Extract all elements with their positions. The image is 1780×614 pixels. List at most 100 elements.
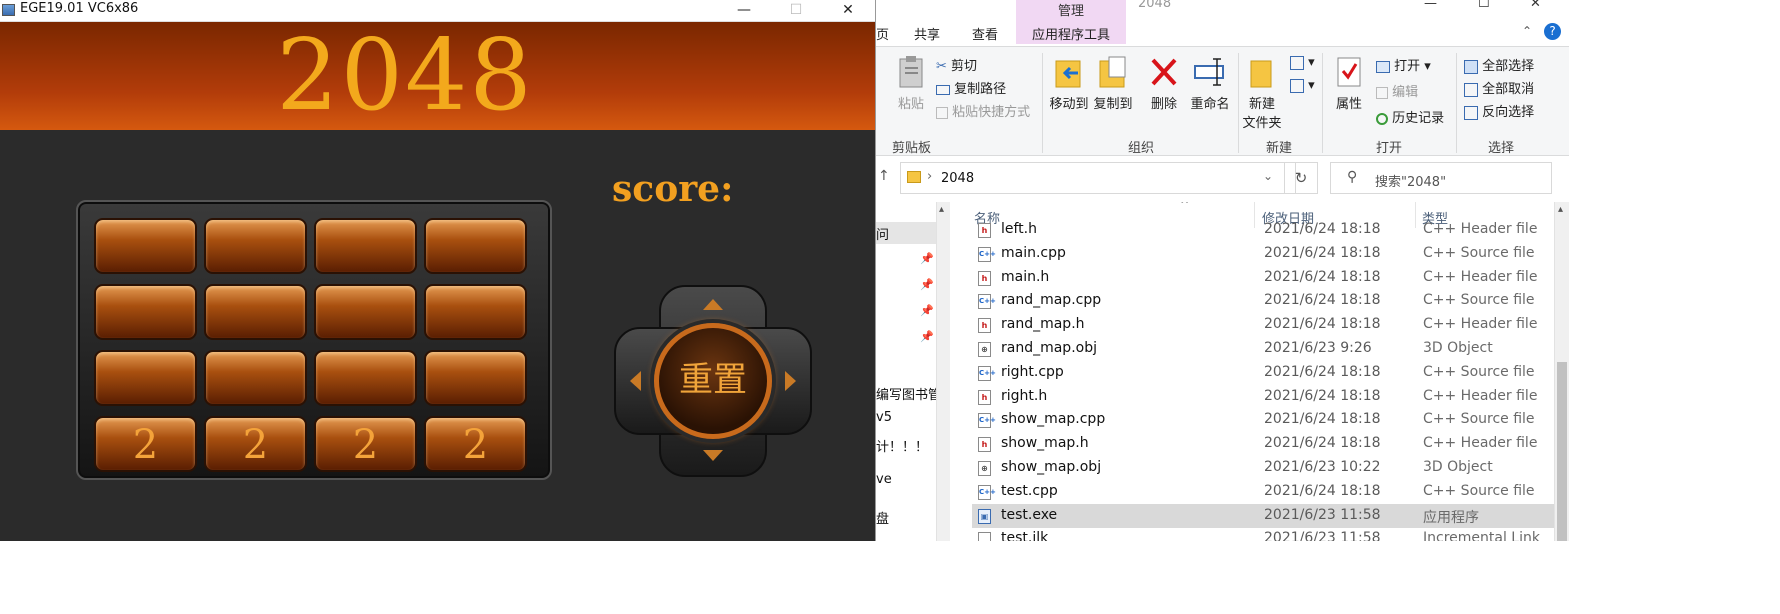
- nav-item[interactable]: 计！！！: [876, 436, 928, 455]
- address-bar-row: ↑ › 2048 ⌄ ↻ ⚲ 搜索"2048": [876, 156, 1569, 202]
- breadcrumb-chevron-icon: ›: [927, 169, 933, 184]
- explorer-close-button[interactable]: ✕: [1530, 0, 1541, 11]
- nav-item[interactable]: 编写图书管: [876, 384, 941, 403]
- search-icon: ⚲: [1347, 169, 1358, 185]
- file-date: 2021/6/24 18:18: [1264, 482, 1381, 499]
- file-row[interactable]: C++ test.cpp 2021/6/24 18:18 C++ Source fil…: [972, 480, 1554, 504]
- file-row[interactable]: ⊕ show_map.obj 2021/6/23 10:22 3D Object: [972, 456, 1554, 480]
- file-name: rand_map.h: [1001, 316, 1085, 333]
- invert-selection-button[interactable]: 反向选择: [1464, 101, 1534, 120]
- file-row[interactable]: C++ rand_map.cpp 2021/6/24 18:18 C++ Source…: [972, 289, 1554, 313]
- nav-scrollbar[interactable]: ▴: [936, 202, 950, 541]
- tab-home-partial[interactable]: 页: [876, 24, 889, 43]
- new-item-button[interactable]: ▾: [1290, 55, 1315, 70]
- file-date: 2021/6/23 11:58: [1264, 506, 1381, 523]
- select-none-label: 全部取消: [1482, 82, 1535, 97]
- paste-button[interactable]: 粘贴: [894, 55, 928, 112]
- new-folder-button[interactable]: 新建 文件夹: [1242, 55, 1282, 131]
- tab-manage[interactable]: 管理 应用程序工具: [1016, 0, 1126, 44]
- minimize-button[interactable]: —: [721, 0, 767, 22]
- scroll-up-icon[interactable]: ▴: [939, 204, 944, 215]
- chevron-down-icon[interactable]: ⌄: [1263, 169, 1273, 183]
- properties-icon: [1337, 57, 1361, 87]
- file-type: 应用程序: [1423, 509, 1479, 526]
- file-row[interactable]: C++ show_map.cpp 2021/6/24 18:18 C++ Source…: [972, 408, 1554, 432]
- file-row[interactable]: C++ right.cpp 2021/6/24 18:18 C++ Source fi…: [972, 361, 1554, 385]
- file-row[interactable]: h rand_map.h 2021/6/24 18:18 C++ Header fil…: [972, 313, 1554, 337]
- up-arrow-icon[interactable]: ↑: [878, 168, 890, 184]
- file-type: C++ Header file: [1423, 435, 1538, 452]
- search-input[interactable]: ⚲ 搜索"2048": [1330, 162, 1552, 194]
- reset-button[interactable]: 重置: [654, 323, 772, 439]
- maximize-button[interactable]: ☐: [773, 0, 819, 22]
- h-file-icon: h: [978, 437, 991, 453]
- board-tile: [204, 350, 307, 406]
- explorer-minimize-button[interactable]: —: [1424, 0, 1437, 11]
- rename-icon: [1194, 58, 1224, 86]
- file-row[interactable]: h main.h 2021/6/24 18:18 C++ Header file: [972, 266, 1554, 290]
- refresh-button[interactable]: ↻: [1284, 162, 1318, 194]
- help-icon[interactable]: ?: [1544, 23, 1561, 40]
- arrow-left-icon[interactable]: [630, 371, 641, 391]
- file-date: 2021/6/24 18:18: [1264, 268, 1381, 285]
- open-button[interactable]: 打开 ▾: [1376, 55, 1431, 74]
- nav-item[interactable]: 盘: [876, 508, 889, 527]
- copy-to-button[interactable]: 复制到: [1092, 55, 1134, 112]
- arrow-up-icon[interactable]: [703, 299, 723, 310]
- board-tile: [94, 284, 197, 340]
- nav-item[interactable]: ve: [876, 472, 892, 487]
- file-row[interactable]: h left.h 2021/6/24 18:18 C++ Header file: [972, 218, 1554, 242]
- paste-shortcut-icon: [936, 106, 948, 119]
- edit-button[interactable]: 编辑: [1376, 81, 1418, 100]
- file-date: 2021/6/24 18:18: [1264, 363, 1381, 380]
- rename-button[interactable]: 重命名: [1188, 55, 1232, 112]
- ribbon-separator: [1238, 53, 1239, 153]
- file-name: right.cpp: [1001, 363, 1064, 380]
- scroll-up-icon[interactable]: ▴: [1558, 204, 1563, 215]
- select-all-button[interactable]: 全部选择: [1464, 55, 1534, 74]
- collapse-ribbon-icon[interactable]: ⌃: [1522, 24, 1532, 38]
- scrollbar-thumb[interactable]: [1557, 362, 1567, 541]
- cut-button[interactable]: ✂ 剪切: [936, 55, 977, 74]
- copy-to-icon: [1099, 56, 1126, 88]
- file-row[interactable]: test.ilk 2021/6/23 11:58 Incremental Link: [972, 527, 1554, 541]
- close-button[interactable]: ✕: [825, 0, 871, 22]
- invert-selection-icon: [1464, 105, 1478, 120]
- properties-button[interactable]: 属性: [1328, 55, 1370, 112]
- dpad-control: 重置: [614, 285, 812, 477]
- nav-item[interactable]: 问: [876, 224, 889, 243]
- cpp-file-icon: C++: [978, 413, 996, 429]
- tab-view[interactable]: 查看: [972, 24, 998, 43]
- board-tile: [94, 350, 197, 406]
- file-name: test.ilk: [1001, 530, 1049, 541]
- file-name: main.cpp: [1001, 244, 1066, 261]
- file-type: C++ Header file: [1423, 316, 1538, 333]
- address-bar[interactable]: › 2048 ⌄: [900, 162, 1296, 194]
- pin-icon: 📌: [920, 330, 934, 343]
- delete-button[interactable]: 删除: [1146, 55, 1182, 112]
- copy-path-button[interactable]: 复制路径: [936, 78, 1006, 97]
- file-row[interactable]: ▣ test.exe 2021/6/23 11:58 应用程序: [972, 503, 1554, 528]
- select-none-button[interactable]: 全部取消: [1464, 78, 1534, 97]
- history-button[interactable]: 历史记录: [1376, 107, 1444, 126]
- explorer-maximize-button[interactable]: ☐: [1478, 0, 1490, 11]
- file-type: C++ Source file: [1423, 244, 1535, 261]
- arrow-down-icon[interactable]: [703, 450, 723, 461]
- tab-share[interactable]: 共享: [914, 24, 940, 43]
- move-to-button[interactable]: 移动到: [1048, 55, 1090, 112]
- file-row[interactable]: ⊕ rand_map.obj 2021/6/23 9:26 3D Object: [972, 337, 1554, 361]
- board-tile: [424, 218, 527, 274]
- nav-item[interactable]: v5: [876, 410, 892, 425]
- navigation-pane: 问 📌 📌 📌 📌 编写图书管 v5 计！！！ ve 盘: [876, 202, 941, 541]
- file-list-scrollbar[interactable]: ▴: [1554, 202, 1569, 541]
- file-row[interactable]: h right.h 2021/6/24 18:18 C++ Header file: [972, 385, 1554, 409]
- h-file-icon: h: [978, 270, 991, 286]
- easy-access-button[interactable]: ▾: [1290, 78, 1315, 93]
- paste-shortcut-button[interactable]: 粘贴快捷方式: [936, 101, 1030, 120]
- file-type: C++ Header file: [1423, 268, 1538, 285]
- file-row[interactable]: h show_map.h 2021/6/24 18:18 C++ Header fil…: [972, 432, 1554, 456]
- search-placeholder: 搜索"2048": [1375, 175, 1447, 190]
- file-row[interactable]: C++ main.cpp 2021/6/24 18:18 C++ Source fil…: [972, 242, 1554, 266]
- arrow-right-icon[interactable]: [785, 371, 796, 391]
- file-name: rand_map.cpp: [1001, 292, 1102, 309]
